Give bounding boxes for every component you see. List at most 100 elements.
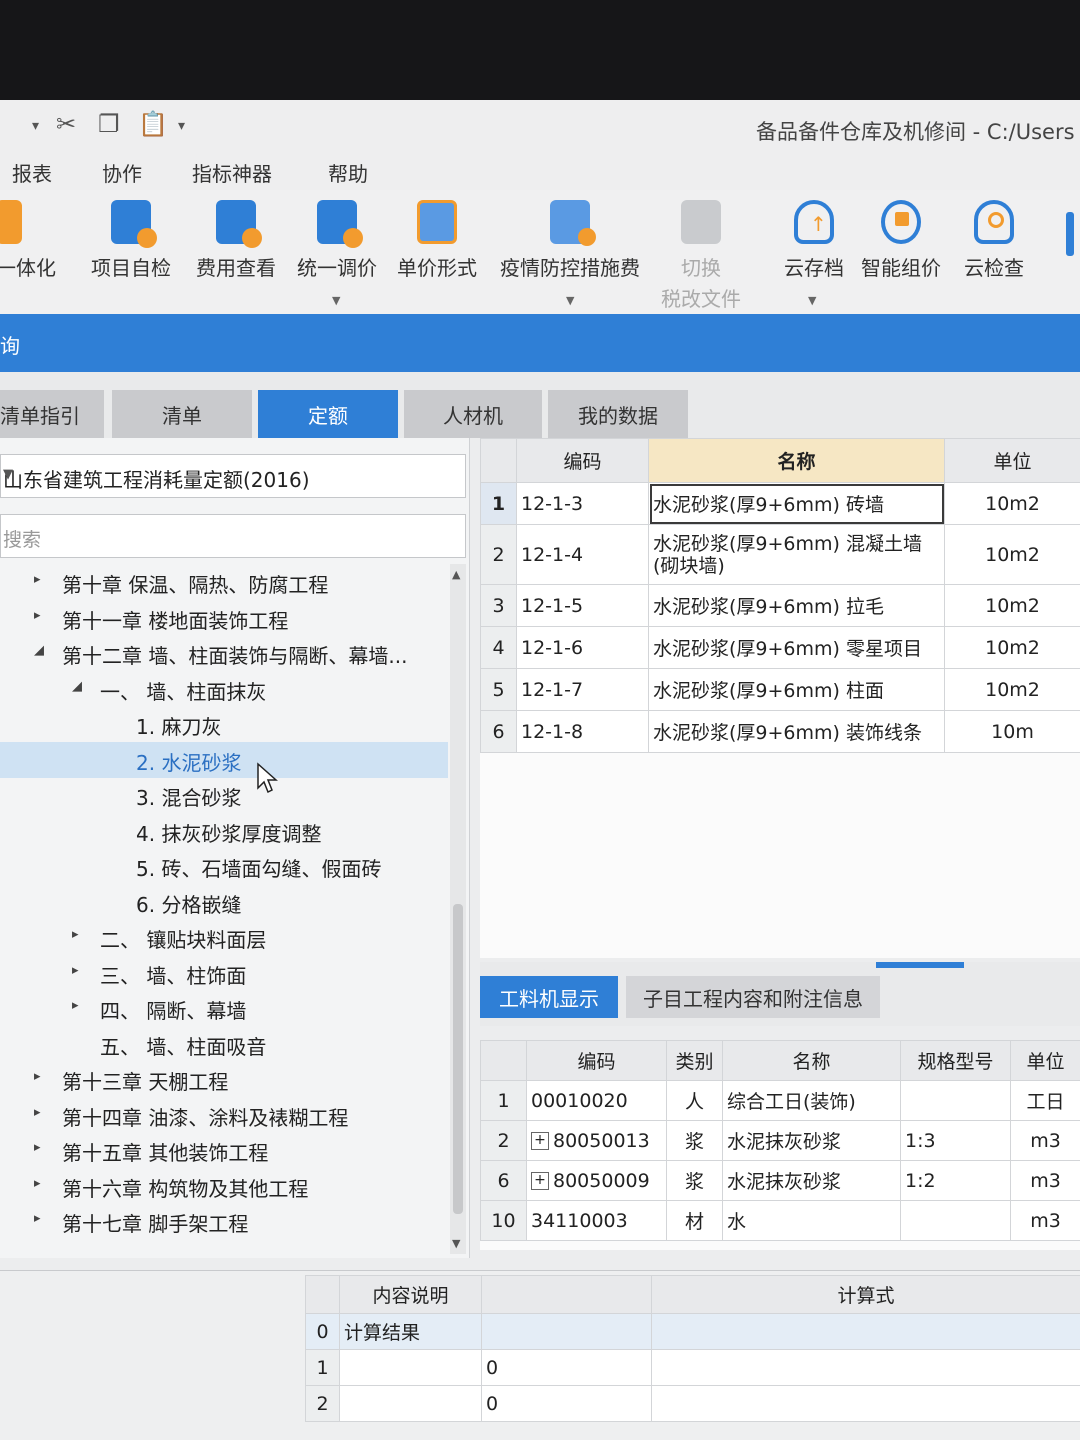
- quota-unit[interactable]: 10m2: [944, 482, 1080, 525]
- cloud-save-dropdown-icon[interactable]: ▼: [808, 294, 816, 307]
- res-header-code[interactable]: 编码: [526, 1040, 667, 1081]
- paste-icon[interactable]: 📋: [138, 110, 168, 138]
- calc-header-desc[interactable]: 内容说明: [339, 1275, 482, 1314]
- collapse-arrow-icon[interactable]: ◢: [34, 643, 44, 658]
- tree-node[interactable]: ▸ 第十七章 脚手架工程: [0, 1203, 448, 1239]
- table-row[interactable]: 6 +80050009 浆水泥抹灰砂浆 1:2 m3: [480, 1160, 1080, 1201]
- table-row[interactable]: 1 12-1-3 水泥砂浆(厚9+6mm) 砖墙 10m2: [480, 482, 1080, 525]
- resource-spec[interactable]: [900, 1080, 1011, 1121]
- resource-type[interactable]: 浆: [666, 1120, 723, 1161]
- chevron-down-icon[interactable]: ▼: [3, 467, 455, 482]
- resource-code-cell[interactable]: +80050013: [526, 1120, 667, 1161]
- tree-node[interactable]: ▸ 三、 墙、柱饰面: [0, 955, 448, 991]
- expand-arrow-icon[interactable]: ▸: [72, 963, 79, 978]
- epidemic-fee-dropdown-icon[interactable]: ▼: [566, 294, 574, 307]
- expand-arrow-icon[interactable]: ▸: [34, 608, 41, 623]
- menu-report[interactable]: 报表: [12, 158, 52, 187]
- table-row[interactable]: 10 34110003 材水 m3: [480, 1200, 1080, 1241]
- cut-icon[interactable]: ✂: [56, 110, 76, 138]
- resource-unit[interactable]: m3: [1010, 1200, 1080, 1241]
- calc-description[interactable]: [339, 1385, 482, 1422]
- quota-library-select[interactable]: 山东省建筑工程消耗量定额(2016) ▼: [0, 454, 466, 498]
- quota-unit[interactable]: 10m2: [944, 626, 1080, 669]
- tree-node[interactable]: 4. 抹灰砂浆厚度调整: [0, 813, 448, 849]
- calc-value[interactable]: 0: [481, 1385, 652, 1422]
- quota-code[interactable]: 12-1-8: [516, 710, 649, 753]
- expand-arrow-icon[interactable]: ▸: [72, 998, 79, 1013]
- table-row[interactable]: 3 12-1-5 水泥砂浆(厚9+6mm) 拉毛 10m2: [480, 584, 1080, 627]
- tree-node[interactable]: 1. 麻刀灰: [0, 706, 448, 742]
- project-check-button[interactable]: 项目自检: [86, 200, 176, 281]
- tab-list-guide[interactable]: 清单指引: [0, 390, 104, 438]
- expand-arrow-icon[interactable]: ▸: [34, 1069, 41, 1084]
- row-number[interactable]: 6: [480, 710, 517, 753]
- smart-pricing-button[interactable]: 智能组价: [856, 200, 946, 281]
- row-number[interactable]: 1: [480, 482, 517, 525]
- calc-value[interactable]: [481, 1313, 652, 1350]
- row-number[interactable]: 4: [480, 626, 517, 669]
- quick-access-dropdown-icon[interactable]: ▾: [32, 118, 39, 134]
- col-header-unit[interactable]: 单位: [944, 438, 1080, 483]
- collapse-arrow-icon[interactable]: ◢: [72, 679, 82, 694]
- paste-dropdown-icon[interactable]: ▾: [178, 118, 185, 134]
- calc-description[interactable]: 计算结果: [339, 1313, 482, 1350]
- res-header-type[interactable]: 类别: [666, 1040, 723, 1081]
- cost-view-button[interactable]: 费用查看: [190, 200, 282, 281]
- ribbon-more-icon[interactable]: [1066, 212, 1074, 256]
- tab-list[interactable]: 清单: [112, 390, 252, 438]
- row-number[interactable]: 2: [480, 524, 517, 585]
- expand-plus-icon[interactable]: +: [531, 1132, 549, 1150]
- integration-button[interactable]: 一体化: [0, 200, 66, 281]
- price-adjust-dropdown-icon[interactable]: ▼: [332, 294, 340, 307]
- tree-node[interactable]: ◢ 第十二章 墙、柱面装饰与隔断、幕墙...: [0, 635, 448, 671]
- row-number[interactable]: 3: [480, 584, 517, 627]
- copy-icon[interactable]: ❐: [98, 110, 120, 138]
- tree-node[interactable]: ▸ 四、 隔断、幕墙: [0, 990, 448, 1026]
- resource-unit[interactable]: m3: [1010, 1120, 1080, 1161]
- quota-unit[interactable]: 10m2: [944, 584, 1080, 627]
- menu-collaboration[interactable]: 协作: [102, 158, 142, 187]
- resource-type[interactable]: 浆: [666, 1160, 723, 1201]
- resource-spec[interactable]: [900, 1200, 1011, 1241]
- calc-formula[interactable]: [651, 1385, 1080, 1422]
- quota-code[interactable]: 12-1-5: [516, 584, 649, 627]
- scroll-up-icon[interactable]: ▲: [452, 568, 460, 581]
- tree-node[interactable]: ▸ 第十章 保温、隔热、防腐工程: [0, 564, 448, 600]
- resource-code-cell[interactable]: +80050009: [526, 1160, 667, 1201]
- resource-code-cell[interactable]: 00010020: [526, 1080, 667, 1121]
- menu-index-tool[interactable]: 指标神器: [192, 158, 272, 187]
- calc-value[interactable]: 0: [481, 1349, 652, 1386]
- tree-scrollbar[interactable]: ▲ ▼: [450, 564, 466, 1254]
- tree-node[interactable]: 3. 混合砂浆: [0, 777, 448, 813]
- menu-help[interactable]: 帮助: [328, 158, 368, 187]
- scrollbar-thumb[interactable]: [453, 904, 463, 1214]
- table-row[interactable]: 1 00010020 人综合工日(装饰) 工日: [480, 1080, 1080, 1121]
- table-row[interactable]: 20: [305, 1385, 1080, 1422]
- calc-header-formula[interactable]: 计算式: [651, 1275, 1080, 1314]
- tree-node[interactable]: ▸ 二、 镶贴块料面层: [0, 919, 448, 955]
- tree-node[interactable]: ▸ 第十六章 构筑物及其他工程: [0, 1168, 448, 1204]
- quota-code[interactable]: 12-1-4: [516, 524, 649, 585]
- expand-arrow-icon[interactable]: ▸: [34, 1105, 41, 1120]
- epidemic-fee-button[interactable]: 疫情防控措施费: [492, 200, 648, 281]
- expand-arrow-icon[interactable]: ▸: [34, 1211, 41, 1226]
- row-number[interactable]: 5: [480, 668, 517, 711]
- quota-code[interactable]: 12-1-3: [516, 482, 649, 525]
- resource-name[interactable]: 水: [722, 1200, 901, 1241]
- col-header-name[interactable]: 名称: [648, 438, 945, 483]
- table-row[interactable]: 5 12-1-7 水泥砂浆(厚9+6mm) 柱面 10m2: [480, 668, 1080, 711]
- table-row[interactable]: 2 +80050013 浆水泥抹灰砂浆 1:3 m3: [480, 1120, 1080, 1161]
- table-row[interactable]: 10: [305, 1349, 1080, 1386]
- tab-resource-display[interactable]: 工料机显示: [480, 976, 618, 1018]
- resource-type[interactable]: 人: [666, 1080, 723, 1121]
- calc-formula[interactable]: [651, 1313, 1080, 1350]
- price-adjust-button[interactable]: 统一调价: [292, 200, 382, 281]
- resource-unit[interactable]: 工日: [1010, 1080, 1080, 1121]
- quota-unit[interactable]: 10m2: [944, 668, 1080, 711]
- tree-node[interactable]: 5. 砖、石墙面勾缝、假面砖: [0, 848, 448, 884]
- resource-name[interactable]: 水泥抹灰砂浆: [722, 1160, 901, 1201]
- res-header-unit[interactable]: 单位: [1010, 1040, 1080, 1081]
- quota-name[interactable]: 水泥砂浆(厚9+6mm) 拉毛: [648, 584, 945, 627]
- expand-arrow-icon[interactable]: ▸: [34, 1140, 41, 1155]
- res-header-name[interactable]: 名称: [722, 1040, 901, 1081]
